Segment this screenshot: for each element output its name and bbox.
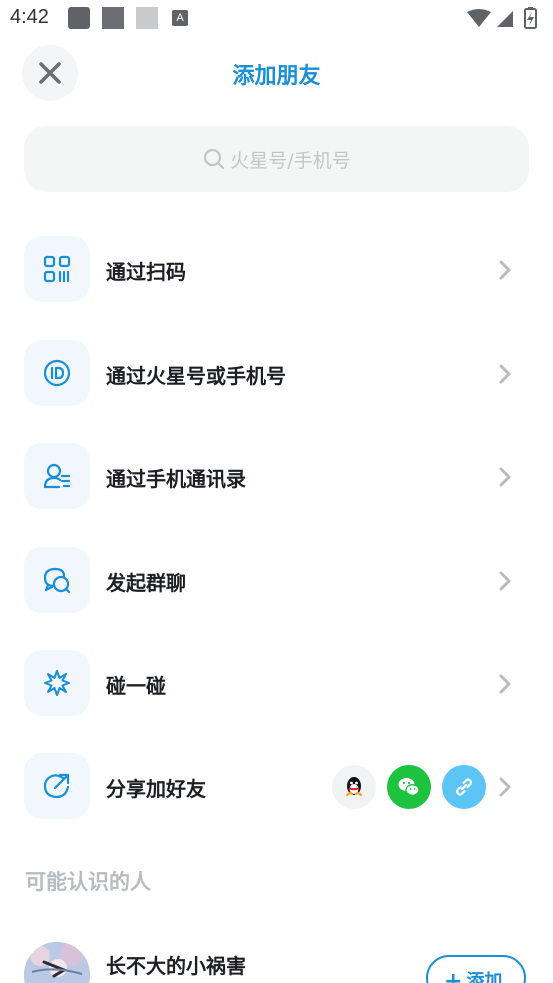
page-title: 添加朋友: [232, 64, 321, 89]
menu-item-contacts[interactable]: 通过手机通讯录: [0, 443, 553, 511]
notification-icon: [68, 7, 90, 29]
plus-icon: +: [444, 969, 463, 983]
status-time: 4:42: [10, 6, 49, 28]
menu-item-group-chat[interactable]: 发起群聊: [0, 547, 553, 615]
menu-item-bump[interactable]: 碰一碰: [0, 650, 553, 718]
avatar[interactable]: [24, 942, 90, 983]
menu-label: 碰一碰: [106, 674, 166, 698]
keyboard-icon: A: [172, 10, 188, 26]
search-input[interactable]: 火星号/手机号: [24, 126, 529, 192]
share-link-button[interactable]: [442, 765, 486, 809]
notification-icon: [102, 7, 124, 29]
wechat-icon: [398, 778, 420, 797]
chevron-right-icon: [499, 364, 511, 384]
search-icon: [204, 148, 225, 170]
qq-icon: [345, 777, 363, 797]
group-chat-icon: [43, 567, 71, 594]
avatar-image: [24, 942, 90, 983]
add-friend-screen: 4:42 A 添加朋友 火星号/手机号 通过扫码 通过火星号或手机号 通过手机通…: [0, 0, 553, 983]
chevron-right-icon: [499, 777, 511, 797]
menu-icon-box: [24, 547, 90, 613]
share-qq-button[interactable]: [332, 765, 376, 809]
menu-icon-box: [24, 340, 90, 406]
search-placeholder: 火星号/手机号: [230, 149, 351, 172]
share-icon: [43, 773, 70, 799]
menu-label: 通过扫码: [106, 260, 186, 284]
menu-icon-box: [24, 650, 90, 716]
notification-icon: [136, 7, 158, 29]
share-wechat-button[interactable]: [387, 765, 431, 809]
add-button-label: 添加: [466, 971, 503, 983]
section-title-suggestions: 可能认识的人: [25, 870, 151, 894]
menu-item-scan[interactable]: 通过扫码: [0, 236, 553, 304]
status-bar: 4:42 A: [0, 0, 553, 36]
chevron-right-icon: [499, 260, 511, 280]
id-icon: [43, 359, 71, 387]
chevron-right-icon: [499, 571, 511, 591]
bump-icon: [44, 670, 70, 696]
menu-icon-box: [24, 443, 90, 509]
chevron-right-icon: [499, 674, 511, 694]
contacts-icon: [43, 463, 71, 489]
menu-label: 发起群聊: [106, 571, 186, 595]
add-friend-button[interactable]: + 添加: [426, 955, 526, 983]
link-icon: [455, 778, 473, 796]
signal-battery-icon: [467, 7, 537, 29]
qr-code-icon: [43, 255, 71, 283]
menu-item-share[interactable]: 分享加好友: [0, 753, 553, 821]
menu-icon-box: [24, 236, 90, 302]
menu-label: 通过手机通讯录: [106, 467, 246, 491]
menu-item-id-phone[interactable]: 通过火星号或手机号: [0, 340, 553, 408]
suggested-person-row[interactable]: 长不大的小祸害 + 添加: [0, 940, 553, 983]
menu-label: 分享加好友: [106, 777, 206, 801]
menu-icon-box: [24, 753, 90, 819]
person-name: 长不大的小祸害: [106, 954, 246, 978]
chevron-right-icon: [499, 467, 511, 487]
menu-label: 通过火星号或手机号: [106, 364, 286, 388]
